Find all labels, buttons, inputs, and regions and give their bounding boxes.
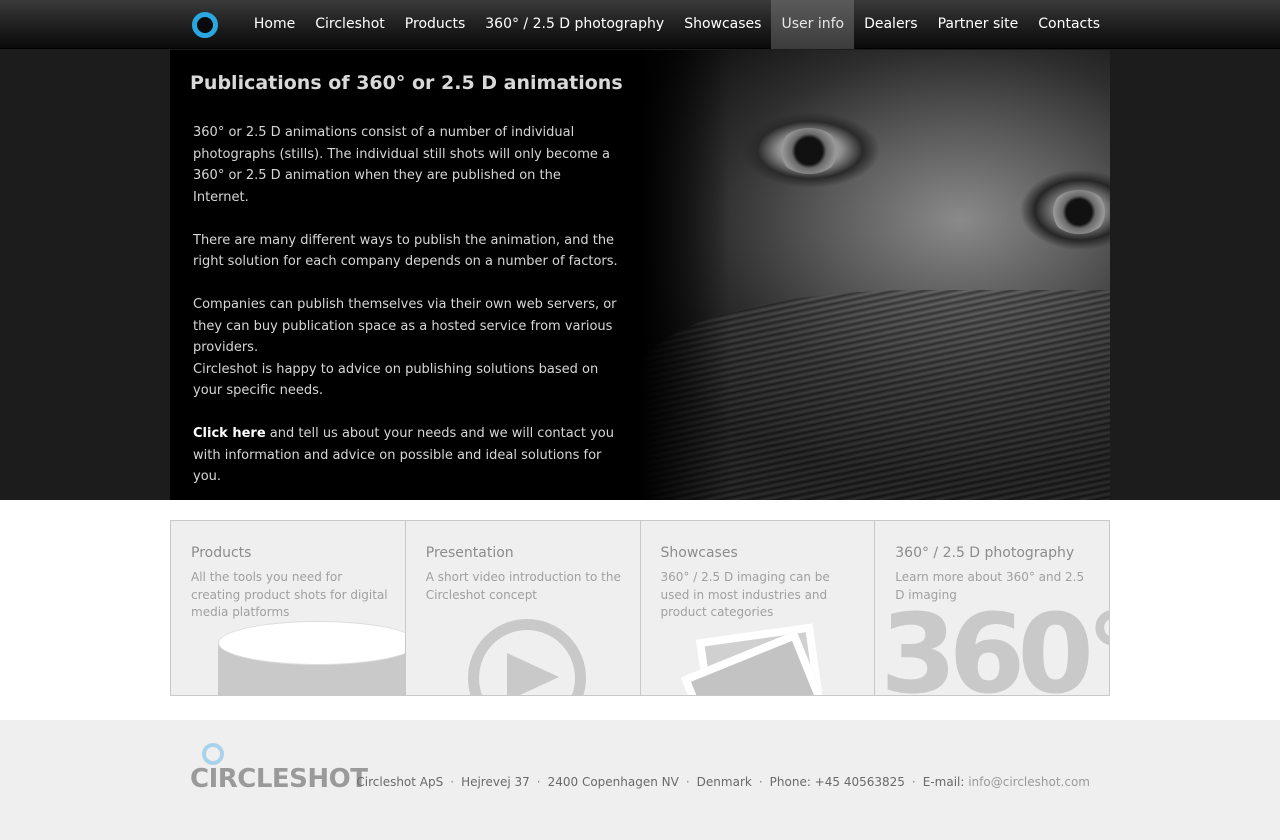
footer-phone: Phone: +45 40563825 xyxy=(769,775,905,789)
nav-item-photography[interactable]: 360° / 2.5 D photography xyxy=(475,0,674,49)
nav-item-showcases[interactable]: Showcases xyxy=(674,0,771,49)
click-here-link[interactable]: Click here xyxy=(193,426,266,441)
hero-section: Publications of 360° or 2.5 D animations… xyxy=(170,50,1110,500)
footer-street: Hejrevej 37 xyxy=(461,775,530,789)
page-title: Publications of 360° or 2.5 D animations xyxy=(190,72,623,94)
footer: CIRCLESHOT Circleshot ApS · Hejrevej 37 … xyxy=(0,720,1280,840)
hero-body: 360° or 2.5 D animations consist of a nu… xyxy=(193,122,618,500)
feature-cards: Products All the tools you need for crea… xyxy=(170,520,1110,696)
card-showcases[interactable]: Showcases 360° / 2.5 D imaging can be us… xyxy=(641,521,876,695)
footer-separator: · xyxy=(685,775,690,789)
card-description: A short video introduction to the Circle… xyxy=(425,570,621,602)
nav-item-user-info[interactable]: User info xyxy=(771,0,855,49)
nav-item-products[interactable]: Products xyxy=(395,0,475,49)
footer-separator: · xyxy=(911,775,916,789)
hero-paragraph-4: Circleshot is happy to advice on publish… xyxy=(193,361,599,399)
cylinder-top-icon xyxy=(218,621,405,665)
card-title: Showcases xyxy=(660,545,738,561)
card-description: 360° / 2.5 D imaging can be used in most… xyxy=(660,570,830,619)
footer-country: Denmark xyxy=(696,775,752,789)
card-title: Presentation xyxy=(425,545,514,561)
nav-item-circleshot[interactable]: Circleshot xyxy=(305,0,395,49)
footer-contact-info: Circleshot ApS · Hejrevej 37 · 2400 Cope… xyxy=(356,775,1090,789)
hero-paragraph-3: Companies can publish themselves via the… xyxy=(193,297,617,355)
footer-separator: · xyxy=(536,775,541,789)
footer-email-label: E-mail: xyxy=(922,775,969,789)
footer-email-link[interactable]: info@circleshot.com xyxy=(968,775,1090,789)
top-navbar: Home Circleshot Products 360° / 2.5 D ph… xyxy=(0,0,1280,49)
circleshot-logo-icon[interactable] xyxy=(192,12,218,38)
photo-fade-overlay xyxy=(640,50,730,500)
eye-right-graphic xyxy=(1050,190,1108,234)
footer-logo-ring-icon xyxy=(202,743,224,765)
footer-separator: · xyxy=(758,775,763,789)
card-title: 360° / 2.5 D photography xyxy=(895,545,1075,561)
footer-city: 2400 Copenhagen NV xyxy=(547,775,679,789)
nav-item-partner-site[interactable]: Partner site xyxy=(928,0,1029,49)
footer-separator: · xyxy=(450,775,455,789)
card-description: All the tools you need for creating prod… xyxy=(191,570,388,619)
big-360-graphic: 360° xyxy=(880,590,1109,695)
card-description: Learn more about 360° and 2.5 D imaging xyxy=(895,570,1085,602)
nav-item-dealers[interactable]: Dealers xyxy=(854,0,928,49)
eye-left-graphic xyxy=(778,128,840,174)
card-title: Products xyxy=(191,545,252,561)
card-products[interactable]: Products All the tools you need for crea… xyxy=(171,521,406,695)
footer-brand-logo[interactable]: CIRCLESHOT xyxy=(190,764,368,794)
hero-cta-paragraph: Click here and tell us about your needs … xyxy=(193,423,618,488)
hero-paragraph-2: There are many different ways to publish… xyxy=(193,232,618,270)
hero-paragraph-1: 360° or 2.5 D animations consist of a nu… xyxy=(193,125,611,205)
card-presentation[interactable]: Presentation A short video introduction … xyxy=(406,521,641,695)
nav-item-home[interactable]: Home xyxy=(244,0,305,49)
nav-item-contacts[interactable]: Contacts xyxy=(1028,0,1110,49)
play-icon xyxy=(506,653,559,695)
main-nav: Home Circleshot Products 360° / 2.5 D ph… xyxy=(244,0,1110,49)
footer-company: Circleshot ApS xyxy=(356,775,444,789)
card-photography[interactable]: 360° 360° / 2.5 D photography Learn more… xyxy=(875,521,1109,695)
